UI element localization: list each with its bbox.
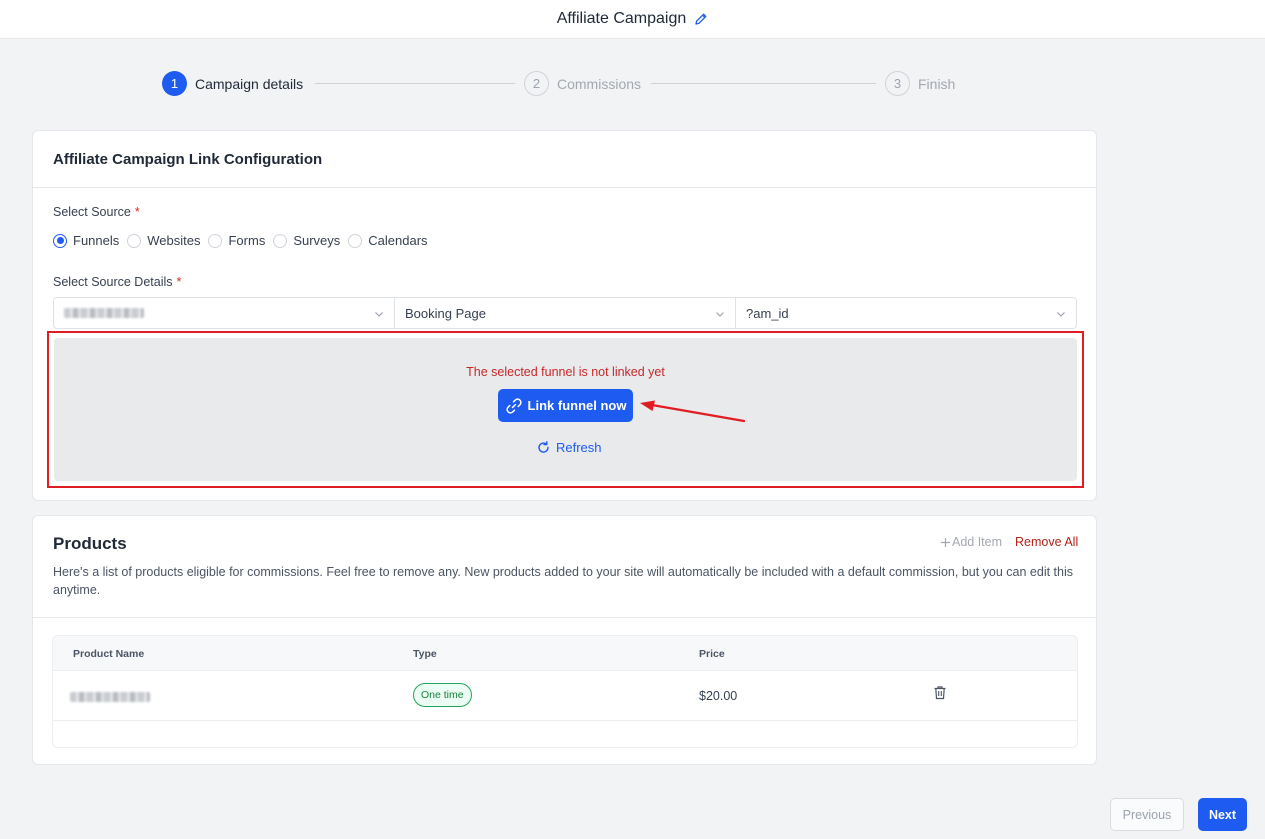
divider [33, 617, 1096, 618]
table-header: Product Name Type Price [53, 636, 1077, 670]
type-badge: One time [413, 683, 472, 707]
button-label: Link funnel now [527, 398, 627, 413]
not-linked-warning: The selected funnel is not linked yet [466, 365, 665, 379]
page-select[interactable]: Booking Page [395, 298, 736, 328]
step-label: Commissions [557, 75, 642, 92]
label-text: Select Source [53, 205, 131, 219]
link-funnel-button[interactable]: Link funnel now [498, 389, 633, 422]
arrow-annotation-icon [640, 400, 746, 423]
add-item-label: Add Item [952, 535, 1003, 549]
radio-calendars[interactable]: Calendars [348, 233, 428, 248]
product-name-cell [70, 691, 150, 705]
previous-button[interactable]: Previous [1110, 798, 1184, 831]
trash-icon[interactable] [933, 685, 947, 703]
progress-stepper: 1 Campaign details 2 Commissions 3 Finis… [162, 71, 962, 97]
highlight-box: The selected funnel is not linked yet Li… [47, 331, 1084, 488]
pencil-icon[interactable] [694, 12, 708, 26]
refresh-label: Refresh [556, 440, 602, 455]
step-label: Campaign details [195, 75, 304, 92]
chevron-down-icon [716, 312, 724, 317]
step-finish[interactable]: 3 Finish [885, 71, 955, 96]
products-card: Products Add Item Remove All Here's a li… [32, 515, 1097, 765]
radio-surveys[interactable]: Surveys [273, 233, 340, 248]
step-commissions[interactable]: 2 Commissions [524, 71, 641, 96]
step-campaign-details[interactable]: 1 Campaign details [162, 71, 303, 96]
remove-all-button[interactable]: Remove All [1015, 535, 1078, 549]
radio-circle[interactable] [273, 233, 288, 248]
column-header-type: Type [413, 648, 437, 660]
select-source-label: Select Source * [53, 205, 140, 219]
page-title: Affiliate Campaign [556, 10, 687, 27]
radio-circle[interactable] [53, 233, 67, 248]
source-radio-group: Funnels Websites Forms Surveys Calendars [53, 233, 436, 248]
radio-circle[interactable] [127, 233, 142, 248]
radio-websites[interactable]: Websites [127, 233, 200, 248]
price-cell: $20.00 [699, 689, 738, 703]
link-icon [505, 397, 522, 414]
link-configuration-card: Affiliate Campaign Link Configuration Se… [32, 130, 1097, 501]
column-header-product-name: Product Name [73, 648, 145, 660]
radio-label: Forms [228, 233, 266, 248]
radio-forms[interactable]: Forms [208, 233, 265, 248]
step-connector [651, 83, 876, 84]
required-mark: * [176, 275, 182, 289]
required-mark: * [134, 205, 140, 219]
select-source-details-label: Select Source Details * [53, 275, 181, 289]
step-number: 2 [524, 71, 549, 96]
chevron-down-icon [375, 312, 383, 317]
param-select[interactable]: ?am_id [736, 298, 1076, 328]
next-button[interactable]: Next [1198, 798, 1247, 831]
refresh-button[interactable]: Refresh [537, 440, 602, 455]
refresh-icon [538, 441, 549, 453]
top-bar: Affiliate Campaign [0, 0, 1265, 39]
source-details-selects: Booking Page ?am_id [53, 297, 1077, 329]
card-title: Affiliate Campaign Link Configuration [33, 131, 1096, 188]
select-value: ?am_id [746, 305, 789, 321]
redacted-funnel-name [64, 308, 144, 318]
step-number: 3 [885, 71, 910, 96]
step-number: 1 [162, 71, 187, 96]
radio-label: Funnels [73, 233, 120, 248]
funnel-not-linked-panel: The selected funnel is not linked yet Li… [54, 338, 1077, 481]
chevron-down-icon [1057, 312, 1065, 317]
select-value: Booking Page [405, 305, 486, 321]
radio-label: Surveys [293, 233, 341, 248]
radio-label: Calendars [368, 233, 428, 248]
step-connector [315, 83, 515, 84]
step-label: Finish [918, 75, 956, 92]
products-title: Products [53, 534, 127, 553]
products-description: Here's a list of products eligible for c… [53, 565, 1073, 597]
products-table: Product Name Type Price One time $20.00 [52, 635, 1078, 748]
radio-funnels[interactable]: Funnels [53, 233, 119, 248]
column-header-price: Price [699, 648, 725, 660]
radio-label: Websites [147, 233, 201, 248]
radio-circle[interactable] [208, 233, 223, 248]
table-row: One time $20.00 [53, 670, 1077, 721]
label-text: Select Source Details [53, 275, 173, 289]
add-item-button[interactable]: Add Item [940, 535, 1002, 549]
funnel-select[interactable] [54, 298, 395, 328]
radio-circle[interactable] [348, 233, 363, 248]
plus-icon [941, 537, 950, 547]
redacted-product-name [70, 692, 150, 702]
